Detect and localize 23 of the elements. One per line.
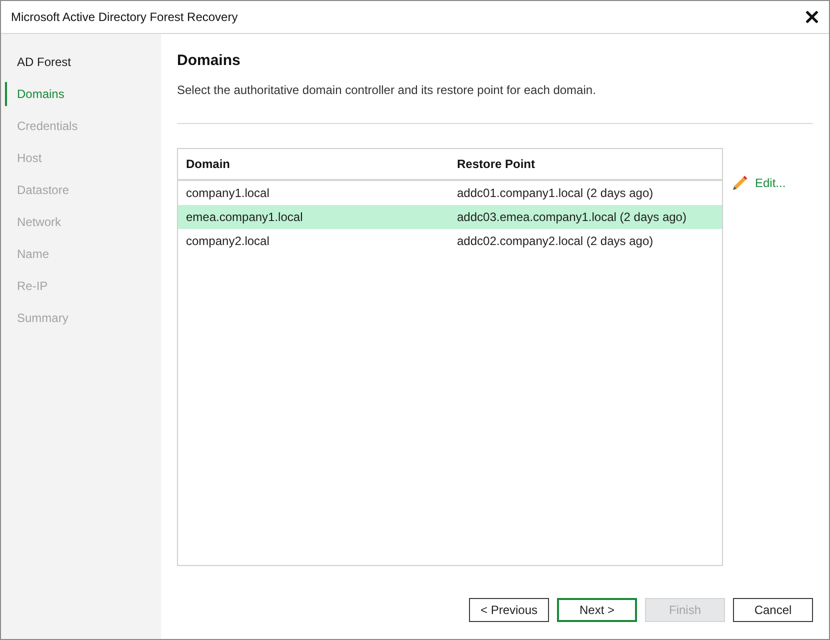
edit-link[interactable]: Edit...: [732, 175, 786, 191]
wizard-button[interactable]: < Previous: [469, 598, 549, 622]
wizard-step[interactable]: Domains: [5, 82, 161, 106]
wizard-button[interactable]: Cancel: [733, 598, 813, 622]
column-header: Restore Point: [456, 156, 536, 173]
table-cell-text: addc03.emea.company1.local (2 days ago): [456, 209, 688, 226]
table-row[interactable]: company2.local addc02.company2.local (2 days ago): [178, 229, 722, 253]
page-description: Select the authoritative domain controller and its restore point for each domain.: [177, 82, 597, 98]
pencil-icon: [732, 175, 748, 191]
window-title: Microsoft Active Directory Forest Recovery: [11, 10, 238, 24]
close-icon: [806, 11, 818, 23]
table-row[interactable]: company1.local addc01.company1.local (2 days ago): [178, 181, 722, 205]
table-cell-text: company1.local: [185, 185, 270, 202]
close-button[interactable]: [805, 10, 819, 24]
table-cell-text: addc02.company2.local (2 days ago): [456, 233, 654, 250]
table-row[interactable]: emea.company1.local addc03.emea.company1.local (2 days ago): [178, 205, 722, 229]
wizard-button[interactable]: Next >: [557, 598, 637, 622]
table-cell-text: company2.local: [185, 233, 270, 250]
table-cell-text: emea.company1.local: [185, 209, 304, 226]
table-cell-text: addc01.company1.local (2 days ago): [456, 185, 654, 202]
wizard-step[interactable]: AD Forest: [5, 50, 161, 74]
page-heading: Domains: [177, 51, 242, 71]
column-header: Domain: [185, 156, 232, 173]
